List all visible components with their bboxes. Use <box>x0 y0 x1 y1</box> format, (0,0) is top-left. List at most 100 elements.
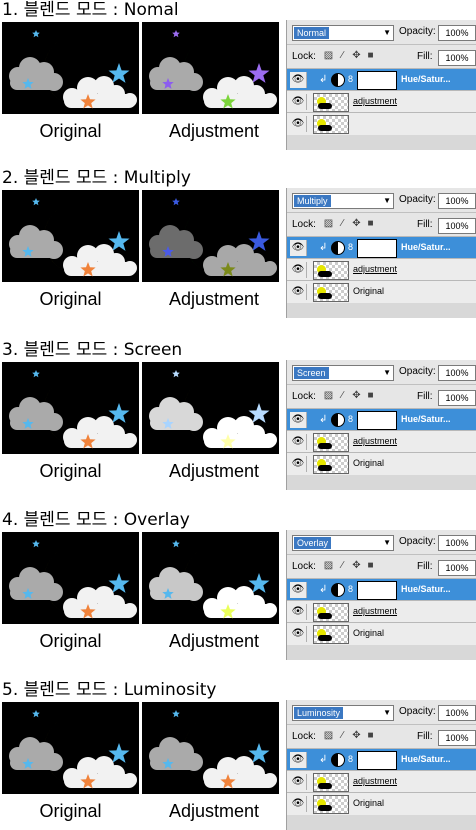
lock-icon[interactable]: ■ <box>365 730 376 742</box>
layer-row[interactable]: 👁 <box>287 112 476 135</box>
layer-row[interactable]: 👁 Original <box>287 452 476 475</box>
fill-field[interactable]: 100% <box>438 730 476 746</box>
adjustment-caption: Adjustment <box>168 289 260 309</box>
blend-mode-select[interactable]: Overlay ▼ <box>292 535 394 551</box>
layer-name: Original <box>353 458 385 468</box>
lock-row: Lock: ▨ ∕ ✥ ■ Fill: 100% <box>287 554 476 579</box>
layer-row[interactable]: 👁 adjustment <box>287 90 476 113</box>
blend-mode-select[interactable]: Luminosity ▼ <box>292 705 394 721</box>
lock-label: Lock: <box>292 219 316 230</box>
adjustment-image <box>142 702 279 794</box>
layer-name: Original <box>353 286 385 296</box>
eye-icon[interactable]: 👁 <box>290 774 307 790</box>
fill-field[interactable]: 100% <box>438 218 476 234</box>
layer-row[interactable]: 👁 ↲ 8 Hue/Satur... <box>287 236 476 259</box>
blend-row: Overlay ▼ Opacity: 100% <box>287 530 476 554</box>
move-icon[interactable]: ✥ <box>351 390 362 402</box>
eye-icon[interactable]: 👁 <box>290 412 307 428</box>
lock-transparent-icon[interactable]: ▨ <box>323 390 334 402</box>
chain-link-icon[interactable]: 8 <box>348 74 353 84</box>
opacity-field[interactable]: 100% <box>438 25 476 41</box>
original-image <box>2 702 139 794</box>
layer-thumbnail <box>313 261 349 280</box>
blend-mode-select[interactable]: Screen ▼ <box>292 365 394 381</box>
move-icon[interactable]: ✥ <box>351 730 362 742</box>
eye-icon[interactable]: 👁 <box>290 604 307 620</box>
layer-row[interactable]: 👁 Original <box>287 280 476 303</box>
layer-row[interactable]: 👁 ↲ 8 Hue/Satur... <box>287 68 476 91</box>
fill-field[interactable]: 100% <box>438 50 476 66</box>
eye-icon[interactable]: 👁 <box>290 240 307 256</box>
move-icon[interactable]: ✥ <box>351 560 362 572</box>
eye-icon[interactable]: 👁 <box>290 94 307 110</box>
layer-thumbnail <box>313 115 349 134</box>
blend-mode-select[interactable]: Normal ▼ <box>292 25 394 41</box>
section-title: 4. 블렌드 모드 : Overlay <box>2 510 190 530</box>
clip-arrow-icon: ↲ <box>319 414 328 425</box>
chain-link-icon[interactable]: 8 <box>348 754 353 764</box>
lock-label: Lock: <box>292 561 316 572</box>
brush-icon[interactable]: ∕ <box>337 560 348 572</box>
layer-row[interactable]: 👁 Original <box>287 792 476 815</box>
lock-transparent-icon[interactable]: ▨ <box>323 218 334 230</box>
adjustment-caption: Adjustment <box>168 801 260 821</box>
lock-icon[interactable]: ■ <box>365 50 376 62</box>
eye-icon[interactable]: 👁 <box>290 582 307 598</box>
brush-icon[interactable]: ∕ <box>337 50 348 62</box>
chevron-down-icon: ▼ <box>383 196 391 205</box>
layer-name: adjustment <box>353 606 398 616</box>
lock-row: Lock: ▨ ∕ ✥ ■ Fill: 100% <box>287 724 476 749</box>
lock-row: Lock: ▨ ∕ ✥ ■ Fill: 100% <box>287 384 476 409</box>
eye-icon[interactable]: 👁 <box>290 752 307 768</box>
brush-icon[interactable]: ∕ <box>337 730 348 742</box>
eye-icon[interactable]: 👁 <box>290 796 307 812</box>
fill-field[interactable]: 100% <box>438 390 476 406</box>
layers-panel: Multiply ▼ Opacity: 100% Lock: ▨ ∕ ✥ ■ F… <box>286 188 476 318</box>
lock-icon[interactable]: ■ <box>365 218 376 230</box>
move-icon[interactable]: ✥ <box>351 50 362 62</box>
blend-mode-value: Multiply <box>294 195 331 207</box>
layer-mask-thumbnail[interactable] <box>357 411 397 430</box>
layer-row[interactable]: 👁 adjustment <box>287 770 476 793</box>
chevron-down-icon: ▼ <box>383 538 391 547</box>
lock-icon[interactable]: ■ <box>365 390 376 402</box>
lock-transparent-icon[interactable]: ▨ <box>323 50 334 62</box>
opacity-field[interactable]: 100% <box>438 193 476 209</box>
layer-row[interactable]: 👁 adjustment <box>287 600 476 623</box>
layer-row[interactable]: 👁 ↲ 8 Hue/Satur... <box>287 748 476 771</box>
layer-mask-thumbnail[interactable] <box>357 751 397 770</box>
section-title: 1. 블렌드 모드 : Nomal <box>2 0 179 20</box>
layer-row[interactable]: 👁 ↲ 8 Hue/Satur... <box>287 578 476 601</box>
layer-row[interactable]: 👁 adjustment <box>287 430 476 453</box>
eye-icon[interactable]: 👁 <box>290 72 307 88</box>
lock-transparent-icon[interactable]: ▨ <box>323 560 334 572</box>
opacity-field[interactable]: 100% <box>438 535 476 551</box>
layer-row[interactable]: 👁 ↲ 8 Hue/Satur... <box>287 408 476 431</box>
brush-icon[interactable]: ∕ <box>337 218 348 230</box>
original-caption: Original <box>39 461 102 481</box>
eye-icon[interactable]: 👁 <box>290 456 307 472</box>
layer-mask-thumbnail[interactable] <box>357 581 397 600</box>
chain-link-icon[interactable]: 8 <box>348 242 353 252</box>
eye-icon[interactable]: 👁 <box>290 284 307 300</box>
eye-icon[interactable]: 👁 <box>290 626 307 642</box>
move-icon[interactable]: ✥ <box>351 218 362 230</box>
blend-mode-select[interactable]: Multiply ▼ <box>292 193 394 209</box>
brush-icon[interactable]: ∕ <box>337 390 348 402</box>
layer-mask-thumbnail[interactable] <box>357 71 397 90</box>
opacity-field[interactable]: 100% <box>438 705 476 721</box>
eye-icon[interactable]: 👁 <box>290 434 307 450</box>
chain-link-icon[interactable]: 8 <box>348 584 353 594</box>
layer-mask-thumbnail[interactable] <box>357 239 397 258</box>
adjustment-image <box>142 362 279 454</box>
layer-row[interactable]: 👁 Original <box>287 622 476 645</box>
lock-icon[interactable]: ■ <box>365 560 376 572</box>
chain-link-icon[interactable]: 8 <box>348 414 353 424</box>
eye-icon[interactable]: 👁 <box>290 116 307 132</box>
eye-icon[interactable]: 👁 <box>290 262 307 278</box>
opacity-field[interactable]: 100% <box>438 365 476 381</box>
fill-field[interactable]: 100% <box>438 560 476 576</box>
layer-name: adjustment <box>353 436 398 446</box>
lock-transparent-icon[interactable]: ▨ <box>323 730 334 742</box>
layer-row[interactable]: 👁 adjustment <box>287 258 476 281</box>
